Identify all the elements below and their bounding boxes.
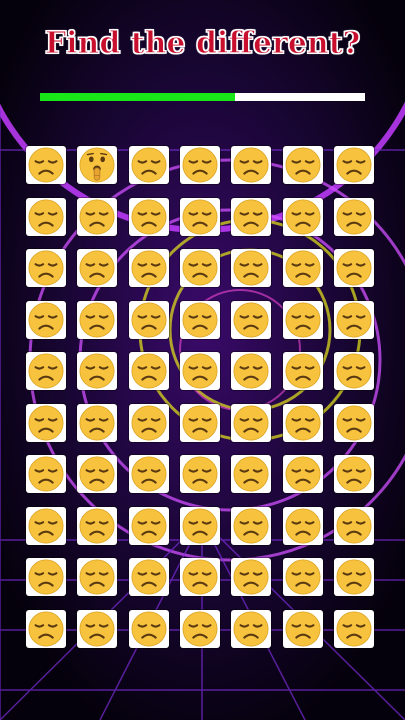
emoji-tile[interactable] bbox=[231, 301, 271, 339]
emoji-tile[interactable] bbox=[77, 352, 117, 390]
emoji-tile[interactable] bbox=[334, 146, 374, 184]
emoji-tile[interactable] bbox=[283, 249, 323, 287]
emoji-tile[interactable] bbox=[334, 455, 374, 493]
emoji-tile[interactable] bbox=[129, 455, 169, 493]
emoji-tile[interactable] bbox=[180, 404, 220, 442]
emoji-tile[interactable] bbox=[129, 146, 169, 184]
odd-emoji-tile[interactable] bbox=[77, 146, 117, 184]
emoji-tile[interactable] bbox=[334, 558, 374, 596]
emoji-tile[interactable] bbox=[231, 404, 271, 442]
emoji-tile[interactable] bbox=[129, 404, 169, 442]
emoji-tile[interactable] bbox=[129, 198, 169, 236]
emoji-tile[interactable] bbox=[283, 558, 323, 596]
emoji-tile[interactable] bbox=[26, 352, 66, 390]
emoji-tile[interactable] bbox=[334, 249, 374, 287]
emoji-tile[interactable] bbox=[26, 507, 66, 545]
emoji-tile[interactable] bbox=[26, 301, 66, 339]
emoji-tile[interactable] bbox=[231, 507, 271, 545]
emoji-tile[interactable] bbox=[77, 558, 117, 596]
emoji-tile[interactable] bbox=[334, 404, 374, 442]
emoji-tile[interactable] bbox=[77, 507, 117, 545]
emoji-tile[interactable] bbox=[129, 301, 169, 339]
emoji-tile[interactable] bbox=[26, 558, 66, 596]
emoji-tile[interactable] bbox=[129, 610, 169, 648]
emoji-tile[interactable] bbox=[180, 610, 220, 648]
emoji-tile[interactable] bbox=[26, 198, 66, 236]
emoji-tile[interactable] bbox=[180, 352, 220, 390]
emoji-tile[interactable] bbox=[26, 404, 66, 442]
emoji-tile[interactable] bbox=[180, 146, 220, 184]
emoji-tile[interactable] bbox=[334, 352, 374, 390]
emoji-tile[interactable] bbox=[180, 301, 220, 339]
emoji-tile[interactable] bbox=[129, 558, 169, 596]
emoji-tile[interactable] bbox=[26, 610, 66, 648]
emoji-tile[interactable] bbox=[231, 146, 271, 184]
emoji-tile[interactable] bbox=[26, 146, 66, 184]
emoji-tile[interactable] bbox=[180, 455, 220, 493]
emoji-tile[interactable] bbox=[180, 249, 220, 287]
emoji-tile[interactable] bbox=[180, 507, 220, 545]
emoji-tile[interactable] bbox=[129, 352, 169, 390]
emoji-tile[interactable] bbox=[180, 558, 220, 596]
emoji-tile[interactable] bbox=[283, 455, 323, 493]
emoji-tile[interactable] bbox=[26, 455, 66, 493]
emoji-tile[interactable] bbox=[180, 198, 220, 236]
emoji-tile[interactable] bbox=[283, 352, 323, 390]
emoji-tile[interactable] bbox=[283, 507, 323, 545]
emoji-tile[interactable] bbox=[26, 249, 66, 287]
emoji-tile[interactable] bbox=[334, 198, 374, 236]
emoji-tile[interactable] bbox=[77, 198, 117, 236]
emoji-tile[interactable] bbox=[77, 610, 117, 648]
emoji-tile[interactable] bbox=[231, 198, 271, 236]
emoji-tile[interactable] bbox=[283, 146, 323, 184]
emoji-tile[interactable] bbox=[77, 301, 117, 339]
emoji-tile[interactable] bbox=[334, 507, 374, 545]
emoji-tile[interactable] bbox=[231, 610, 271, 648]
emoji-tile[interactable] bbox=[283, 610, 323, 648]
emoji-tile[interactable] bbox=[77, 404, 117, 442]
emoji-tile[interactable] bbox=[129, 507, 169, 545]
emoji-tile[interactable] bbox=[283, 301, 323, 339]
emoji-tile[interactable] bbox=[231, 455, 271, 493]
emoji-tile[interactable] bbox=[334, 301, 374, 339]
emoji-tile[interactable] bbox=[283, 404, 323, 442]
emoji-tile[interactable] bbox=[77, 455, 117, 493]
emoji-tile[interactable] bbox=[231, 249, 271, 287]
emoji-grid bbox=[0, 0, 405, 720]
emoji-tile[interactable] bbox=[231, 558, 271, 596]
emoji-tile[interactable] bbox=[77, 249, 117, 287]
emoji-tile[interactable] bbox=[283, 198, 323, 236]
emoji-tile[interactable] bbox=[334, 610, 374, 648]
emoji-tile[interactable] bbox=[231, 352, 271, 390]
emoji-tile[interactable] bbox=[129, 249, 169, 287]
